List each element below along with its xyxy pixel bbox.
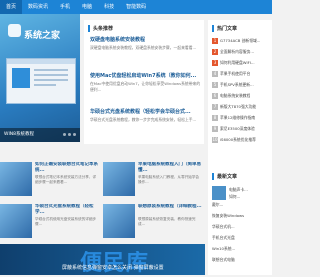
- rank-badge: 6: [212, 93, 218, 99]
- banner-caption[interactable]: 屏蔽系统信息弹窗安卓怎么关闭 弹窗屏蔽设置: [62, 264, 164, 271]
- article-title[interactable]: 联想原装系统教程（详细教程...: [138, 204, 202, 216]
- watermark-text: 便民库: [80, 251, 150, 276]
- rank-badge: 8: [212, 115, 218, 121]
- article-desc: 联想原装系统恢复安装，教你快速完成...: [138, 217, 196, 226]
- nav-item-tech[interactable]: 科技: [98, 0, 120, 14]
- nav-item-pc[interactable]: 电脑: [76, 0, 98, 14]
- hero-caption-text: WIN8系统教程: [4, 132, 35, 137]
- hero-window-image: [6, 58, 76, 104]
- headline-item[interactable]: 双硬盘电脑系统安装教程 双硬盘电脑系统安装教程，双硬盘系统安装步骤，一起来看看.…: [90, 36, 202, 56]
- article-title[interactable]: 如何正确安装联想台式笔记本系统...: [35, 162, 99, 174]
- hot-row-text[interactable]: 手机SPV系统更新...: [220, 82, 254, 88]
- latest-row[interactable]: Win10系统...: [212, 246, 272, 252]
- rank-badge: 4: [212, 71, 218, 77]
- rank-badge: 3: [212, 60, 218, 66]
- hot-row[interactable]: 6 电脑系统安装教程: [212, 91, 272, 101]
- rank-badge: 10: [212, 137, 218, 143]
- headline-desc: 在Mac中使用优盘启动Win7，让你轻松享受Windows系统带来的便利...: [90, 81, 201, 92]
- pager-dot[interactable]: [73, 133, 76, 136]
- article-card[interactable]: 华硕台式光盘系统教程（轻松学... 华硕台式机使用光盘安装系统的详细步骤...: [0, 202, 100, 242]
- pager-dot[interactable]: [68, 133, 71, 136]
- latest-row[interactable]: 华硕台式机...: [212, 224, 272, 230]
- hero-caption[interactable]: WIN8系统教程: [0, 128, 80, 142]
- article-thumbnail[interactable]: [103, 204, 135, 238]
- hot-articles-panel: 热门文章 1 G7734ACB 创新领域... 2 全面解析内容服务... 3 如何利…: [208, 20, 272, 168]
- article-card[interactable]: 苹果电脑系统教程入门（简单易懂... 苹果电脑系统入门教程，从零开始学会操作..…: [103, 160, 203, 200]
- article-desc: 联想台式笔记本系统安装方法分享，详细步骤一起来看看...: [35, 175, 97, 184]
- headline-desc: 华硕台式光盘系统教程，教你一步步完成系统安装，轻松上手...: [90, 117, 197, 122]
- latest-row[interactable]: 手机台式光盘: [212, 235, 272, 241]
- hot-row-text[interactable]: 电脑系统安装教程: [220, 93, 250, 99]
- hot-row[interactable]: 9 索尼E3500深度体验: [212, 124, 272, 134]
- hot-row[interactable]: 7 新版大T870强大功能: [212, 102, 272, 112]
- headline-item[interactable]: 使用Mac优盘轻松启动Win7系统（教你如何... 在Mac中使用优盘启动Win…: [90, 72, 202, 92]
- hot-row-text[interactable]: G7734ACB 创新领域...: [220, 38, 260, 44]
- headline-panel: 头条推荐 双硬盘电脑系统安装教程 双硬盘电脑系统安装教程，双硬盘系统安装步骤，一…: [84, 20, 204, 144]
- hot-row[interactable]: 8 苹果12维修操作指南: [212, 113, 272, 123]
- rank-badge: 1: [212, 38, 218, 44]
- nav-item-smart[interactable]: 智能数码: [120, 0, 152, 14]
- headline-title[interactable]: 使用Mac优盘轻松启动Win7系统（教你如何...: [90, 72, 202, 79]
- hot-row-text[interactable]: 如何利用硬盘WIFI...: [220, 60, 255, 66]
- headline-title[interactable]: 华硕台式光盘系统教程（轻松学会华硕台式...: [90, 108, 202, 115]
- hero-logo-text: 系统之家: [24, 31, 61, 41]
- latest-thumbnail[interactable]: [212, 186, 226, 200]
- bottom-banner[interactable]: 便民库 屏蔽系统信息弹窗安卓怎么关闭 弹窗屏蔽设置: [0, 244, 205, 276]
- article-desc: 苹果电脑系统入门教程，从零开始学会操作...: [138, 175, 200, 184]
- hero-slideshow[interactable]: 系统之家 WIN8系统教程: [0, 14, 80, 142]
- article-title[interactable]: 苹果电脑系统教程入门（简单易懂...: [138, 162, 202, 174]
- latest-label: 最新文章: [212, 173, 237, 180]
- latest-row[interactable]: 如何...: [229, 194, 271, 200]
- headline-item[interactable]: 华硕台式光盘系统教程（轻松学会华硕台式... 华硕台式光盘系统教程，教你一步步完…: [90, 108, 202, 128]
- top-nav-bar: 首页 数码资讯 手机 电脑 科技 智能数码: [0, 0, 272, 14]
- hot-row-text[interactable]: iS6000系统优化推荐: [220, 137, 256, 143]
- latest-row[interactable]: 恢复安装Windows: [212, 213, 272, 219]
- article-desc: 华硕台式机使用光盘安装系统的详细步骤...: [35, 217, 97, 226]
- slide-pager[interactable]: [63, 133, 76, 136]
- hot-row-text[interactable]: 苹果12维修操作指南: [220, 115, 255, 121]
- headline-title[interactable]: 双硬盘电脑系统安装教程: [90, 36, 202, 43]
- hot-row[interactable]: 5 手机SPV系统更新...: [212, 80, 272, 90]
- latest-row[interactable]: 戴尔...: [212, 202, 272, 208]
- headline-label: 头条推荐: [88, 25, 113, 32]
- article-thumbnail[interactable]: [0, 204, 32, 238]
- hot-label: 热门文章: [212, 25, 237, 32]
- article-title[interactable]: 华硕台式光盘系统教程（轻松学...: [35, 204, 99, 216]
- rank-badge: 5: [212, 82, 218, 88]
- logo-icon: [8, 24, 21, 37]
- article-thumbnail[interactable]: [0, 162, 32, 196]
- hot-row[interactable]: 10 iS6000系统优化推荐: [212, 135, 272, 145]
- latest-row[interactable]: 电脑声卡...: [229, 187, 271, 193]
- nav-item-news[interactable]: 数码资讯: [22, 0, 54, 14]
- rank-badge: 7: [212, 104, 218, 110]
- hot-row[interactable]: 2 全面解析内容服务...: [212, 47, 272, 57]
- hot-row-text[interactable]: 苹果手机使用平台: [220, 71, 250, 77]
- latest-articles-panel: 最新文章 电脑声卡... 如何... 戴尔... 恢复安装Windows 华硕台…: [208, 168, 272, 275]
- rank-badge: 9: [212, 126, 218, 132]
- article-card[interactable]: 如何正确安装联想台式笔记本系统... 联想台式笔记本系统安装方法分享，详细步骤一…: [0, 160, 100, 200]
- article-thumbnail[interactable]: [103, 162, 135, 196]
- headline-desc: 双硬盘电脑系统安装教程，双硬盘系统安装步骤，一起来看看...: [90, 45, 197, 50]
- hot-row[interactable]: 4 苹果手机使用平台: [212, 69, 272, 79]
- hot-row[interactable]: 3 如何利用硬盘WIFI...: [212, 58, 272, 68]
- hot-row-text[interactable]: 新版大T870强大功能: [220, 104, 256, 110]
- pager-dot[interactable]: [63, 133, 66, 136]
- nav-item-home[interactable]: 首页: [0, 0, 23, 14]
- article-card[interactable]: 联想原装系统教程（详细教程... 联想原装系统恢复安装，教你快速完成...: [103, 202, 203, 242]
- hot-row[interactable]: 1 G7734ACB 创新领域...: [212, 36, 272, 46]
- nav-item-phone[interactable]: 手机: [54, 0, 76, 14]
- latest-row[interactable]: 联想台式电脑: [212, 257, 272, 263]
- hot-row-text[interactable]: 全面解析内容服务...: [220, 49, 254, 55]
- rank-badge: 2: [212, 49, 218, 55]
- hot-row-text[interactable]: 索尼E3500深度体验: [220, 126, 255, 132]
